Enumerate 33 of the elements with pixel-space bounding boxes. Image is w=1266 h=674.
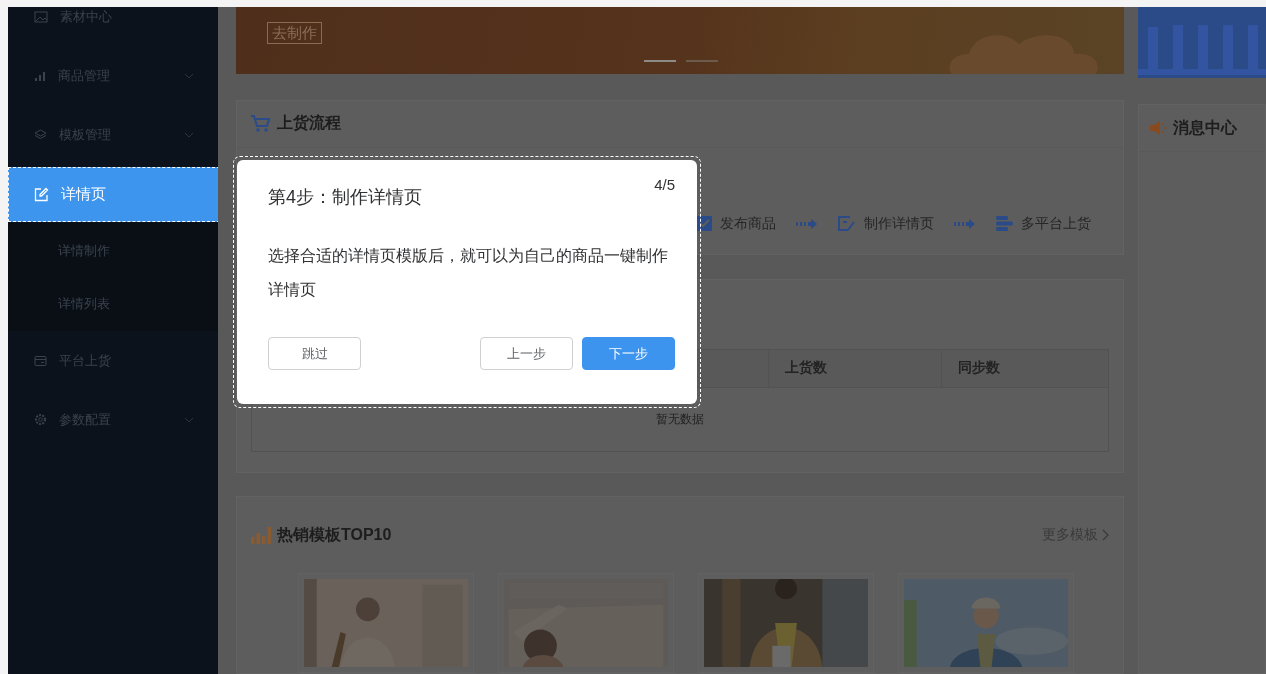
- chevron-right-icon: [1102, 529, 1109, 541]
- server-icon: [996, 216, 1013, 232]
- chevron-down-icon: [184, 72, 194, 79]
- chevron-down-icon: [184, 416, 194, 423]
- checklist-icon: [697, 216, 712, 232]
- step-counter: 4/5: [654, 176, 675, 193]
- wallet-icon: [34, 354, 47, 367]
- speaker-icon: [1149, 120, 1167, 136]
- dialog-title: 第4步：制作详情页: [268, 186, 422, 209]
- layers-icon: [34, 128, 47, 141]
- dialog-text: 选择合适的详情页模版后，就可以为自己的商品一键制作详情页: [268, 246, 669, 300]
- cart-icon: [251, 114, 271, 133]
- card-title: 热销模板TOP10: [277, 524, 392, 545]
- chevron-down-icon: [184, 131, 194, 138]
- template-card[interactable]: [698, 573, 874, 673]
- arrow-icon: [954, 218, 976, 229]
- edit-icon: [34, 187, 49, 202]
- previous-button[interactable]: 上一步: [480, 337, 573, 370]
- make-button[interactable]: 去制作: [267, 22, 322, 44]
- settings-icon: [34, 413, 47, 426]
- sidebar-item[interactable]: 详情页: [8, 167, 218, 222]
- card-title: 消息中心: [1173, 117, 1237, 138]
- image-icon: [34, 10, 48, 23]
- arrow-icon: [796, 218, 818, 229]
- edit-icon: [838, 215, 856, 232]
- bar-chart-icon: [251, 526, 271, 544]
- skip-button[interactable]: 跳过: [268, 337, 361, 370]
- template-card[interactable]: [298, 573, 474, 673]
- bar-chart-icon: [34, 69, 46, 82]
- card-title: 上货流程: [277, 113, 341, 134]
- next-button[interactable]: 下一步: [582, 337, 675, 370]
- template-card[interactable]: [498, 573, 674, 673]
- template-card[interactable]: [898, 573, 1074, 673]
